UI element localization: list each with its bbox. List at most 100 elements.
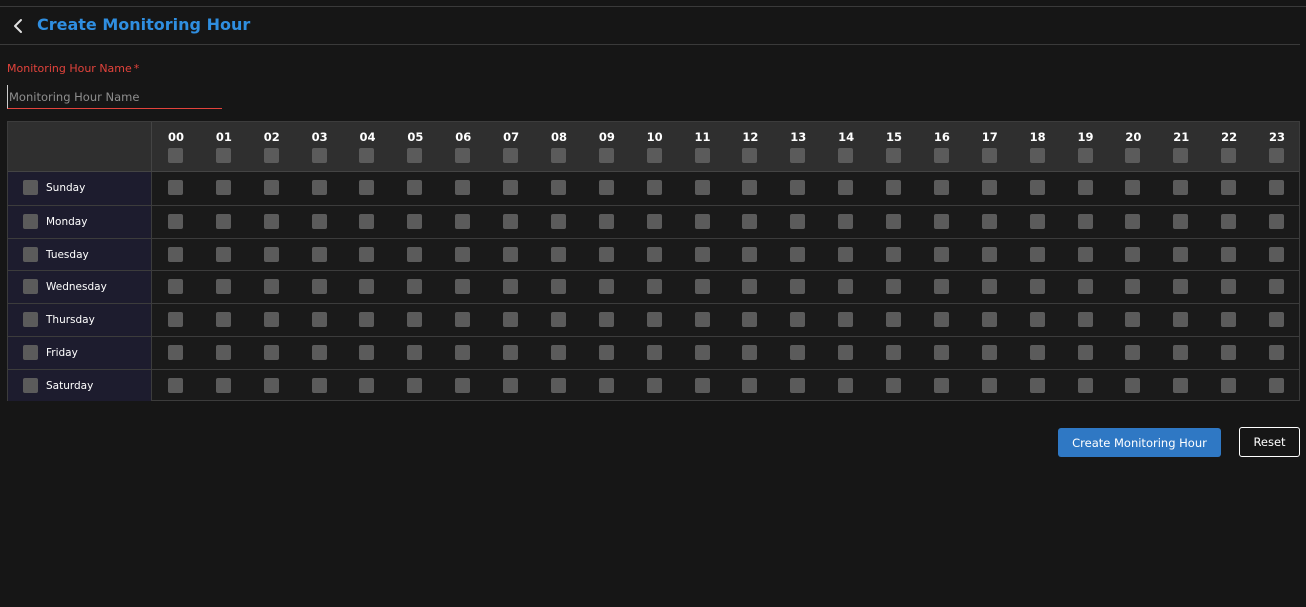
hour-slot-checkbox[interactable] <box>1125 312 1141 327</box>
hour-slot-checkbox[interactable] <box>455 377 471 393</box>
hour-slot-checkbox[interactable] <box>1269 213 1284 229</box>
hour-slot-checkbox[interactable] <box>1029 180 1045 195</box>
hour-select-all-checkbox[interactable] <box>1173 148 1189 163</box>
hour-slot-checkbox[interactable] <box>503 344 519 360</box>
hour-slot-checkbox[interactable] <box>790 312 806 327</box>
hour-select-all-checkbox[interactable] <box>598 148 614 163</box>
hour-slot-checkbox[interactable] <box>359 377 375 393</box>
hour-slot-checkbox[interactable] <box>407 213 423 229</box>
hour-slot-checkbox[interactable] <box>359 246 375 262</box>
hour-slot-checkbox[interactable] <box>455 246 471 262</box>
hour-slot-checkbox[interactable] <box>503 180 519 195</box>
hour-slot-checkbox[interactable] <box>646 213 662 229</box>
hour-slot-checkbox[interactable] <box>598 213 614 229</box>
hour-slot-checkbox[interactable] <box>598 377 614 393</box>
hour-slot-checkbox[interactable] <box>790 377 806 393</box>
hour-slot-checkbox[interactable] <box>550 279 566 295</box>
hour-slot-checkbox[interactable] <box>694 344 710 360</box>
hour-slot-checkbox[interactable] <box>1077 180 1093 195</box>
hour-slot-checkbox[interactable] <box>407 246 423 262</box>
hour-slot-checkbox[interactable] <box>1173 246 1189 262</box>
hour-select-all-checkbox[interactable] <box>215 148 231 163</box>
hour-slot-checkbox[interactable] <box>550 377 566 393</box>
hour-slot-checkbox[interactable] <box>407 377 423 393</box>
hour-slot-checkbox[interactable] <box>1029 246 1045 262</box>
hour-select-all-checkbox[interactable] <box>1077 148 1093 163</box>
hour-slot-checkbox[interactable] <box>407 344 423 360</box>
monitoring-hour-name-input[interactable] <box>7 85 222 109</box>
hour-slot-checkbox[interactable] <box>742 213 758 229</box>
hour-select-all-checkbox[interactable] <box>311 148 327 163</box>
hour-slot-checkbox[interactable] <box>886 377 902 393</box>
hour-slot-checkbox[interactable] <box>1173 312 1189 327</box>
chevron-left-icon[interactable] <box>12 17 26 35</box>
hour-slot-checkbox[interactable] <box>550 246 566 262</box>
hour-select-all-checkbox[interactable] <box>886 148 902 163</box>
hour-select-all-checkbox[interactable] <box>1125 148 1141 163</box>
hour-slot-checkbox[interactable] <box>1077 213 1093 229</box>
hour-slot-checkbox[interactable] <box>215 279 231 295</box>
hour-slot-checkbox[interactable] <box>1125 344 1141 360</box>
hour-slot-checkbox[interactable] <box>168 312 183 327</box>
hour-slot-checkbox[interactable] <box>550 344 566 360</box>
hour-slot-checkbox[interactable] <box>215 312 231 327</box>
hour-slot-checkbox[interactable] <box>886 312 902 327</box>
hour-select-all-checkbox[interactable] <box>263 148 279 163</box>
hour-slot-checkbox[interactable] <box>933 213 949 229</box>
hour-slot-checkbox[interactable] <box>263 213 279 229</box>
hour-slot-checkbox[interactable] <box>1221 246 1237 262</box>
hour-slot-checkbox[interactable] <box>263 312 279 327</box>
hour-slot-checkbox[interactable] <box>742 344 758 360</box>
hour-slot-checkbox[interactable] <box>215 213 231 229</box>
hour-slot-checkbox[interactable] <box>1125 279 1141 295</box>
day-select-all-checkbox[interactable] <box>23 213 38 229</box>
hour-slot-checkbox[interactable] <box>503 213 519 229</box>
hour-slot-checkbox[interactable] <box>455 344 471 360</box>
hour-slot-checkbox[interactable] <box>407 279 423 295</box>
hour-slot-checkbox[interactable] <box>168 180 183 195</box>
hour-select-all-checkbox[interactable] <box>1221 148 1237 163</box>
hour-slot-checkbox[interactable] <box>981 344 997 360</box>
hour-slot-checkbox[interactable] <box>838 377 854 393</box>
hour-slot-checkbox[interactable] <box>1125 180 1141 195</box>
hour-slot-checkbox[interactable] <box>455 312 471 327</box>
hour-select-all-checkbox[interactable] <box>455 148 471 163</box>
hour-select-all-checkbox[interactable] <box>742 148 758 163</box>
hour-select-all-checkbox[interactable] <box>503 148 519 163</box>
hour-slot-checkbox[interactable] <box>742 279 758 295</box>
hour-slot-checkbox[interactable] <box>263 344 279 360</box>
hour-slot-checkbox[interactable] <box>838 344 854 360</box>
hour-select-all-checkbox[interactable] <box>550 148 566 163</box>
day-select-all-checkbox[interactable] <box>23 344 38 360</box>
hour-slot-checkbox[interactable] <box>1269 246 1284 262</box>
hour-slot-checkbox[interactable] <box>886 246 902 262</box>
hour-slot-checkbox[interactable] <box>1221 279 1237 295</box>
hour-slot-checkbox[interactable] <box>215 246 231 262</box>
hour-slot-checkbox[interactable] <box>1077 312 1093 327</box>
hour-slot-checkbox[interactable] <box>598 180 614 195</box>
hour-slot-checkbox[interactable] <box>790 180 806 195</box>
hour-slot-checkbox[interactable] <box>215 377 231 393</box>
hour-slot-checkbox[interactable] <box>838 279 854 295</box>
hour-slot-checkbox[interactable] <box>168 377 183 393</box>
hour-slot-checkbox[interactable] <box>694 279 710 295</box>
hour-slot-checkbox[interactable] <box>503 279 519 295</box>
hour-slot-checkbox[interactable] <box>646 377 662 393</box>
hour-select-all-checkbox[interactable] <box>790 148 806 163</box>
hour-slot-checkbox[interactable] <box>933 246 949 262</box>
hour-slot-checkbox[interactable] <box>694 246 710 262</box>
hour-select-all-checkbox[interactable] <box>407 148 423 163</box>
hour-slot-checkbox[interactable] <box>598 312 614 327</box>
hour-slot-checkbox[interactable] <box>790 344 806 360</box>
hour-select-all-checkbox[interactable] <box>694 148 710 163</box>
hour-slot-checkbox[interactable] <box>1125 377 1141 393</box>
hour-slot-checkbox[interactable] <box>168 279 183 295</box>
hour-slot-checkbox[interactable] <box>1173 344 1189 360</box>
day-select-all-checkbox[interactable] <box>23 246 38 262</box>
hour-slot-checkbox[interactable] <box>1221 180 1237 195</box>
hour-slot-checkbox[interactable] <box>1221 344 1237 360</box>
create-monitoring-hour-button[interactable]: Create Monitoring Hour <box>1058 428 1221 457</box>
hour-slot-checkbox[interactable] <box>1029 213 1045 229</box>
hour-slot-checkbox[interactable] <box>886 344 902 360</box>
hour-slot-checkbox[interactable] <box>646 279 662 295</box>
